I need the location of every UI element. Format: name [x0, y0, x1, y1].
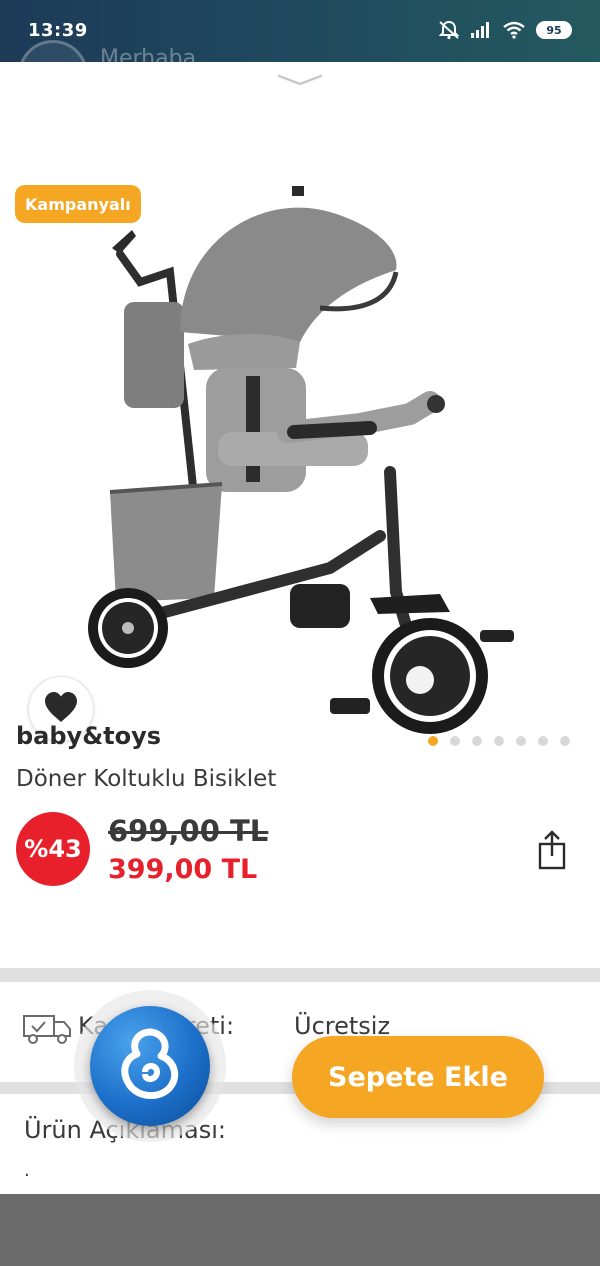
- campaign-badge: Kampanyalı: [15, 185, 141, 223]
- product-sheet: Kampanyalı baby&toys Döner Koltuklu Bisi…: [0, 62, 600, 1194]
- share-icon[interactable]: [534, 830, 570, 870]
- product-detail-screen: { "status_bar": { "time": "13:39", "batt…: [0, 0, 600, 1266]
- pager-dot[interactable]: [494, 736, 504, 746]
- discount-badge: %43: [16, 812, 90, 886]
- old-price: 699,00 TL: [108, 814, 269, 848]
- battery-indicator: 95: [536, 21, 572, 39]
- product-image[interactable]: [0, 132, 600, 768]
- app-logo-icon: [90, 1006, 210, 1126]
- image-pager-dots: [428, 736, 570, 746]
- wifi-icon: [502, 21, 526, 39]
- system-nav-bar: [0, 1194, 600, 1266]
- product-brand[interactable]: baby&toys: [16, 722, 161, 750]
- pager-dot[interactable]: [538, 736, 548, 746]
- status-time: 13:39: [28, 20, 88, 41]
- status-bar: Merhaba 13:39 95: [0, 0, 600, 110]
- pager-dot[interactable]: [428, 736, 438, 746]
- product-name: Döner Koltuklu Bisiklet: [16, 766, 277, 792]
- section-divider: [0, 968, 600, 982]
- signal-icon: [470, 21, 492, 39]
- status-icons: 95: [438, 20, 572, 40]
- pager-dot[interactable]: [560, 736, 570, 746]
- add-to-cart-button[interactable]: Sepete Ekle: [292, 1036, 544, 1118]
- assistant-fab[interactable]: [74, 990, 226, 1142]
- pager-dot[interactable]: [450, 736, 460, 746]
- truck-icon: [22, 1012, 72, 1050]
- new-price: 399,00 TL: [108, 854, 258, 885]
- pager-dot[interactable]: [472, 736, 482, 746]
- description-text: .: [24, 1160, 30, 1181]
- mute-bell-icon: [438, 20, 460, 40]
- chevron-down-icon[interactable]: [277, 72, 323, 86]
- pager-dot[interactable]: [516, 736, 526, 746]
